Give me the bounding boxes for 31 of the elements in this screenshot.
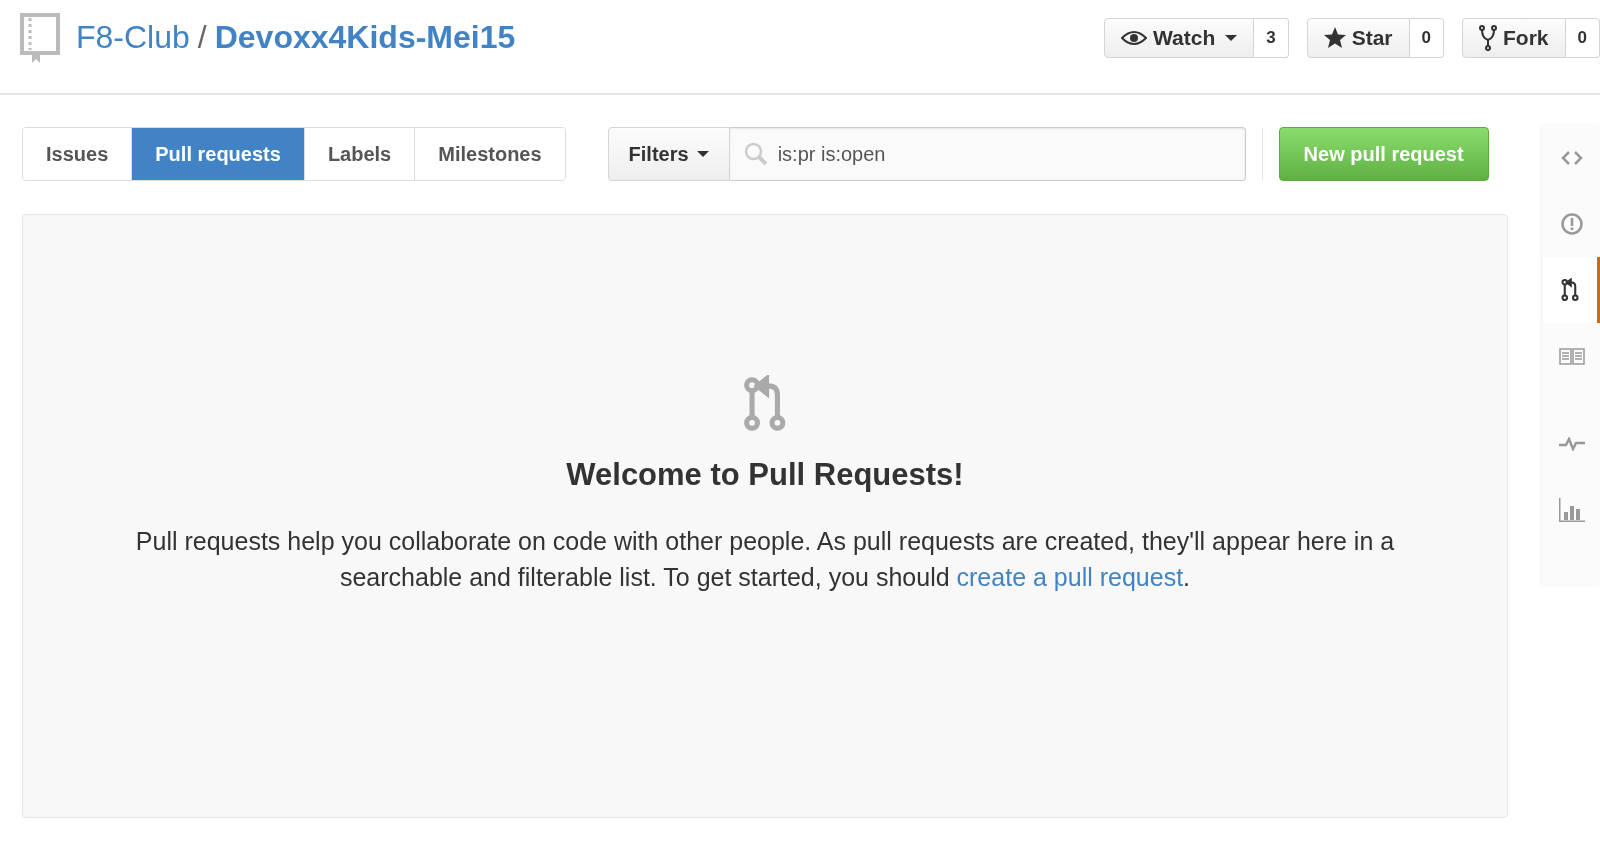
nav-tab[interactable]: Pull requests [131,128,304,180]
star-button[interactable]: Star [1306,17,1410,58]
repo-name-link[interactable]: Devoxx4Kids-Mei15 [214,19,516,55]
sidebar-nav-item[interactable] [1543,257,1600,323]
code-icon [1560,151,1583,165]
pull-request-icon [1561,278,1579,302]
search-icon [743,142,768,166]
star-count[interactable]: 0 [1409,17,1444,58]
path-separator: / [197,19,207,55]
blankslate-title: Welcome to Pull Requests! [566,457,964,493]
pull-request-icon [743,375,787,433]
fork-count[interactable]: 0 [1565,17,1600,58]
repo-book-icon [20,12,60,63]
caret-icon [1225,34,1238,41]
caret-icon [696,151,709,157]
star-icon [1323,27,1346,48]
fork-icon [1479,24,1497,51]
pulse-icon [1558,437,1585,451]
bar-graph-icon [1558,498,1585,522]
search-field[interactable]: is:pr is:open [729,127,1246,181]
fork-button[interactable]: Fork [1462,17,1566,58]
watch-count[interactable]: 3 [1254,17,1289,58]
repo-owner-link[interactable]: F8-Club [76,19,190,55]
blankslate-text: Pull requests help you collaborate on code with other people. As pull requests are created, they'll appear here in a searchable and filterable list. To get started, you should create a pull request. [134,526,1396,593]
book-icon [1558,347,1585,365]
nav-tab[interactable]: Milestones [414,128,565,180]
eye-icon [1121,29,1147,46]
filters-button[interactable]: Filters [607,127,730,181]
create-pull-request-link[interactable]: create a pull request [956,563,1184,591]
issue-icon [1560,213,1583,235]
watch-button[interactable]: Watch [1104,17,1255,58]
